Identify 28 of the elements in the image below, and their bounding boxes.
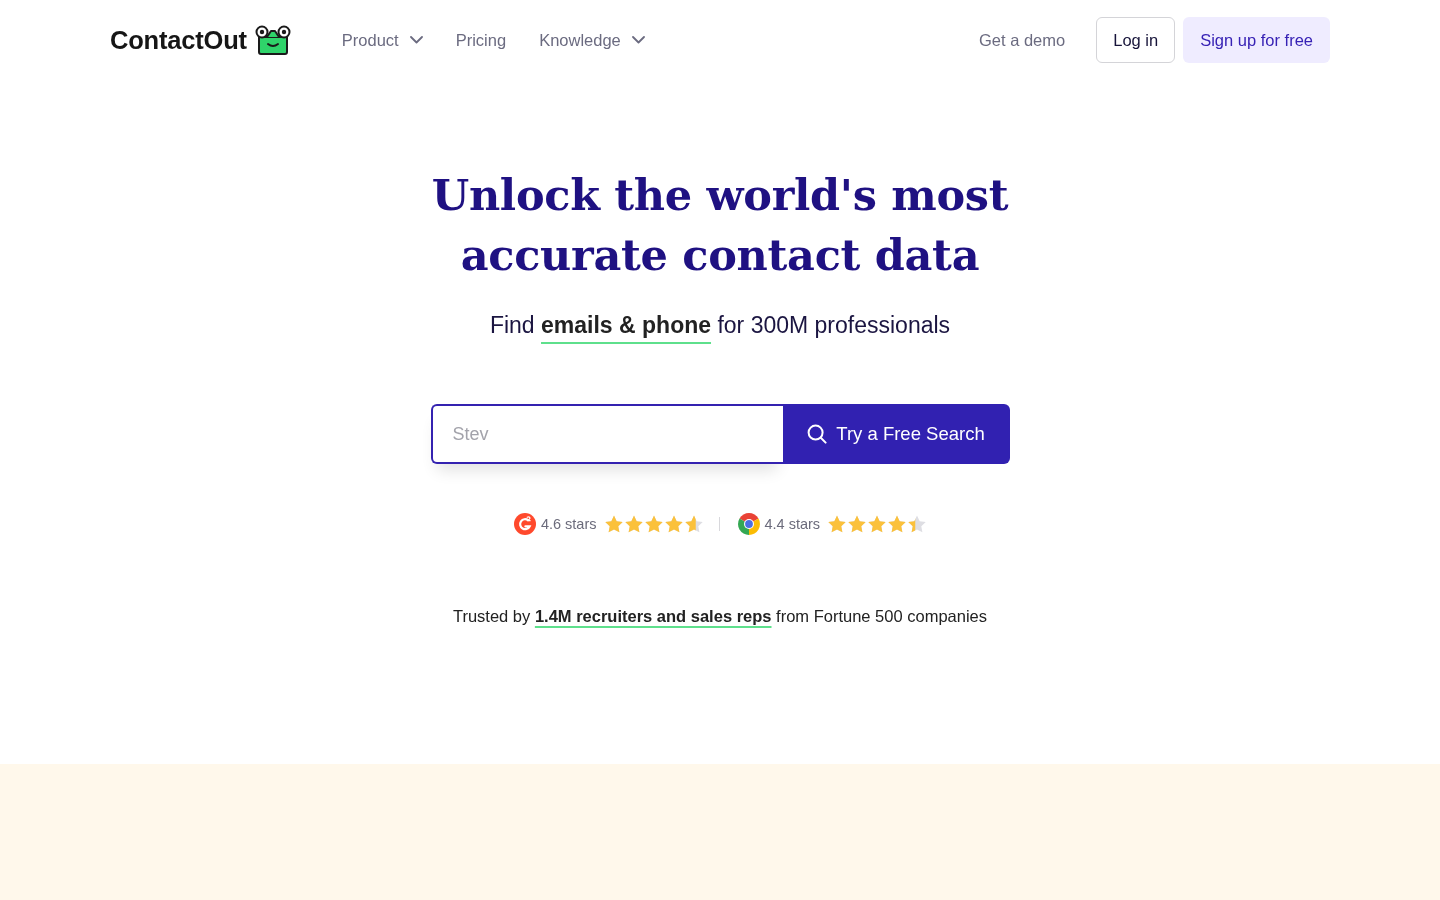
logo-link[interactable]: ContactOut: [110, 25, 291, 55]
search-field[interactable]: Stev: [430, 404, 783, 464]
search-button[interactable]: Try a Free Search: [782, 404, 1010, 464]
rating-label: 4.6 stars: [540, 516, 597, 532]
star-icon: [868, 515, 887, 533]
rating-label: 4.4 stars: [764, 516, 821, 532]
nav-link[interactable]: Product: [341, 30, 423, 50]
nav-link[interactable]: Knowledge: [539, 30, 645, 50]
nav-link[interactable]: Pricing: [455, 30, 507, 50]
signup-button[interactable]: Sign up for free: [1183, 17, 1330, 63]
star-icon: [624, 515, 643, 533]
star-icon: [684, 515, 703, 533]
chrome-logo-icon: [737, 513, 760, 535]
search-icon: [807, 424, 828, 444]
star-icon: [664, 515, 683, 533]
star-icon: [848, 515, 867, 533]
login-button[interactable]: Log in: [1096, 17, 1176, 63]
star-icon: [908, 515, 927, 533]
star-icon: [604, 515, 623, 533]
star-icon: [888, 515, 907, 533]
star-icon: [644, 515, 663, 533]
mascot-logo-icon: [254, 25, 291, 55]
demo-link[interactable]: Get a demo: [979, 30, 1066, 50]
star-icon: [828, 515, 847, 533]
hero-title: Unlock the world's most accurate contact data: [430, 169, 1010, 282]
g2-logo-icon: [513, 513, 536, 535]
trust-statement: Trusted by 1.4M recruiters and sales reps from Fortune 500 companies: [452, 606, 988, 627]
hero-subtitle: Find emails & phone for 300M professionals: [489, 311, 951, 340]
